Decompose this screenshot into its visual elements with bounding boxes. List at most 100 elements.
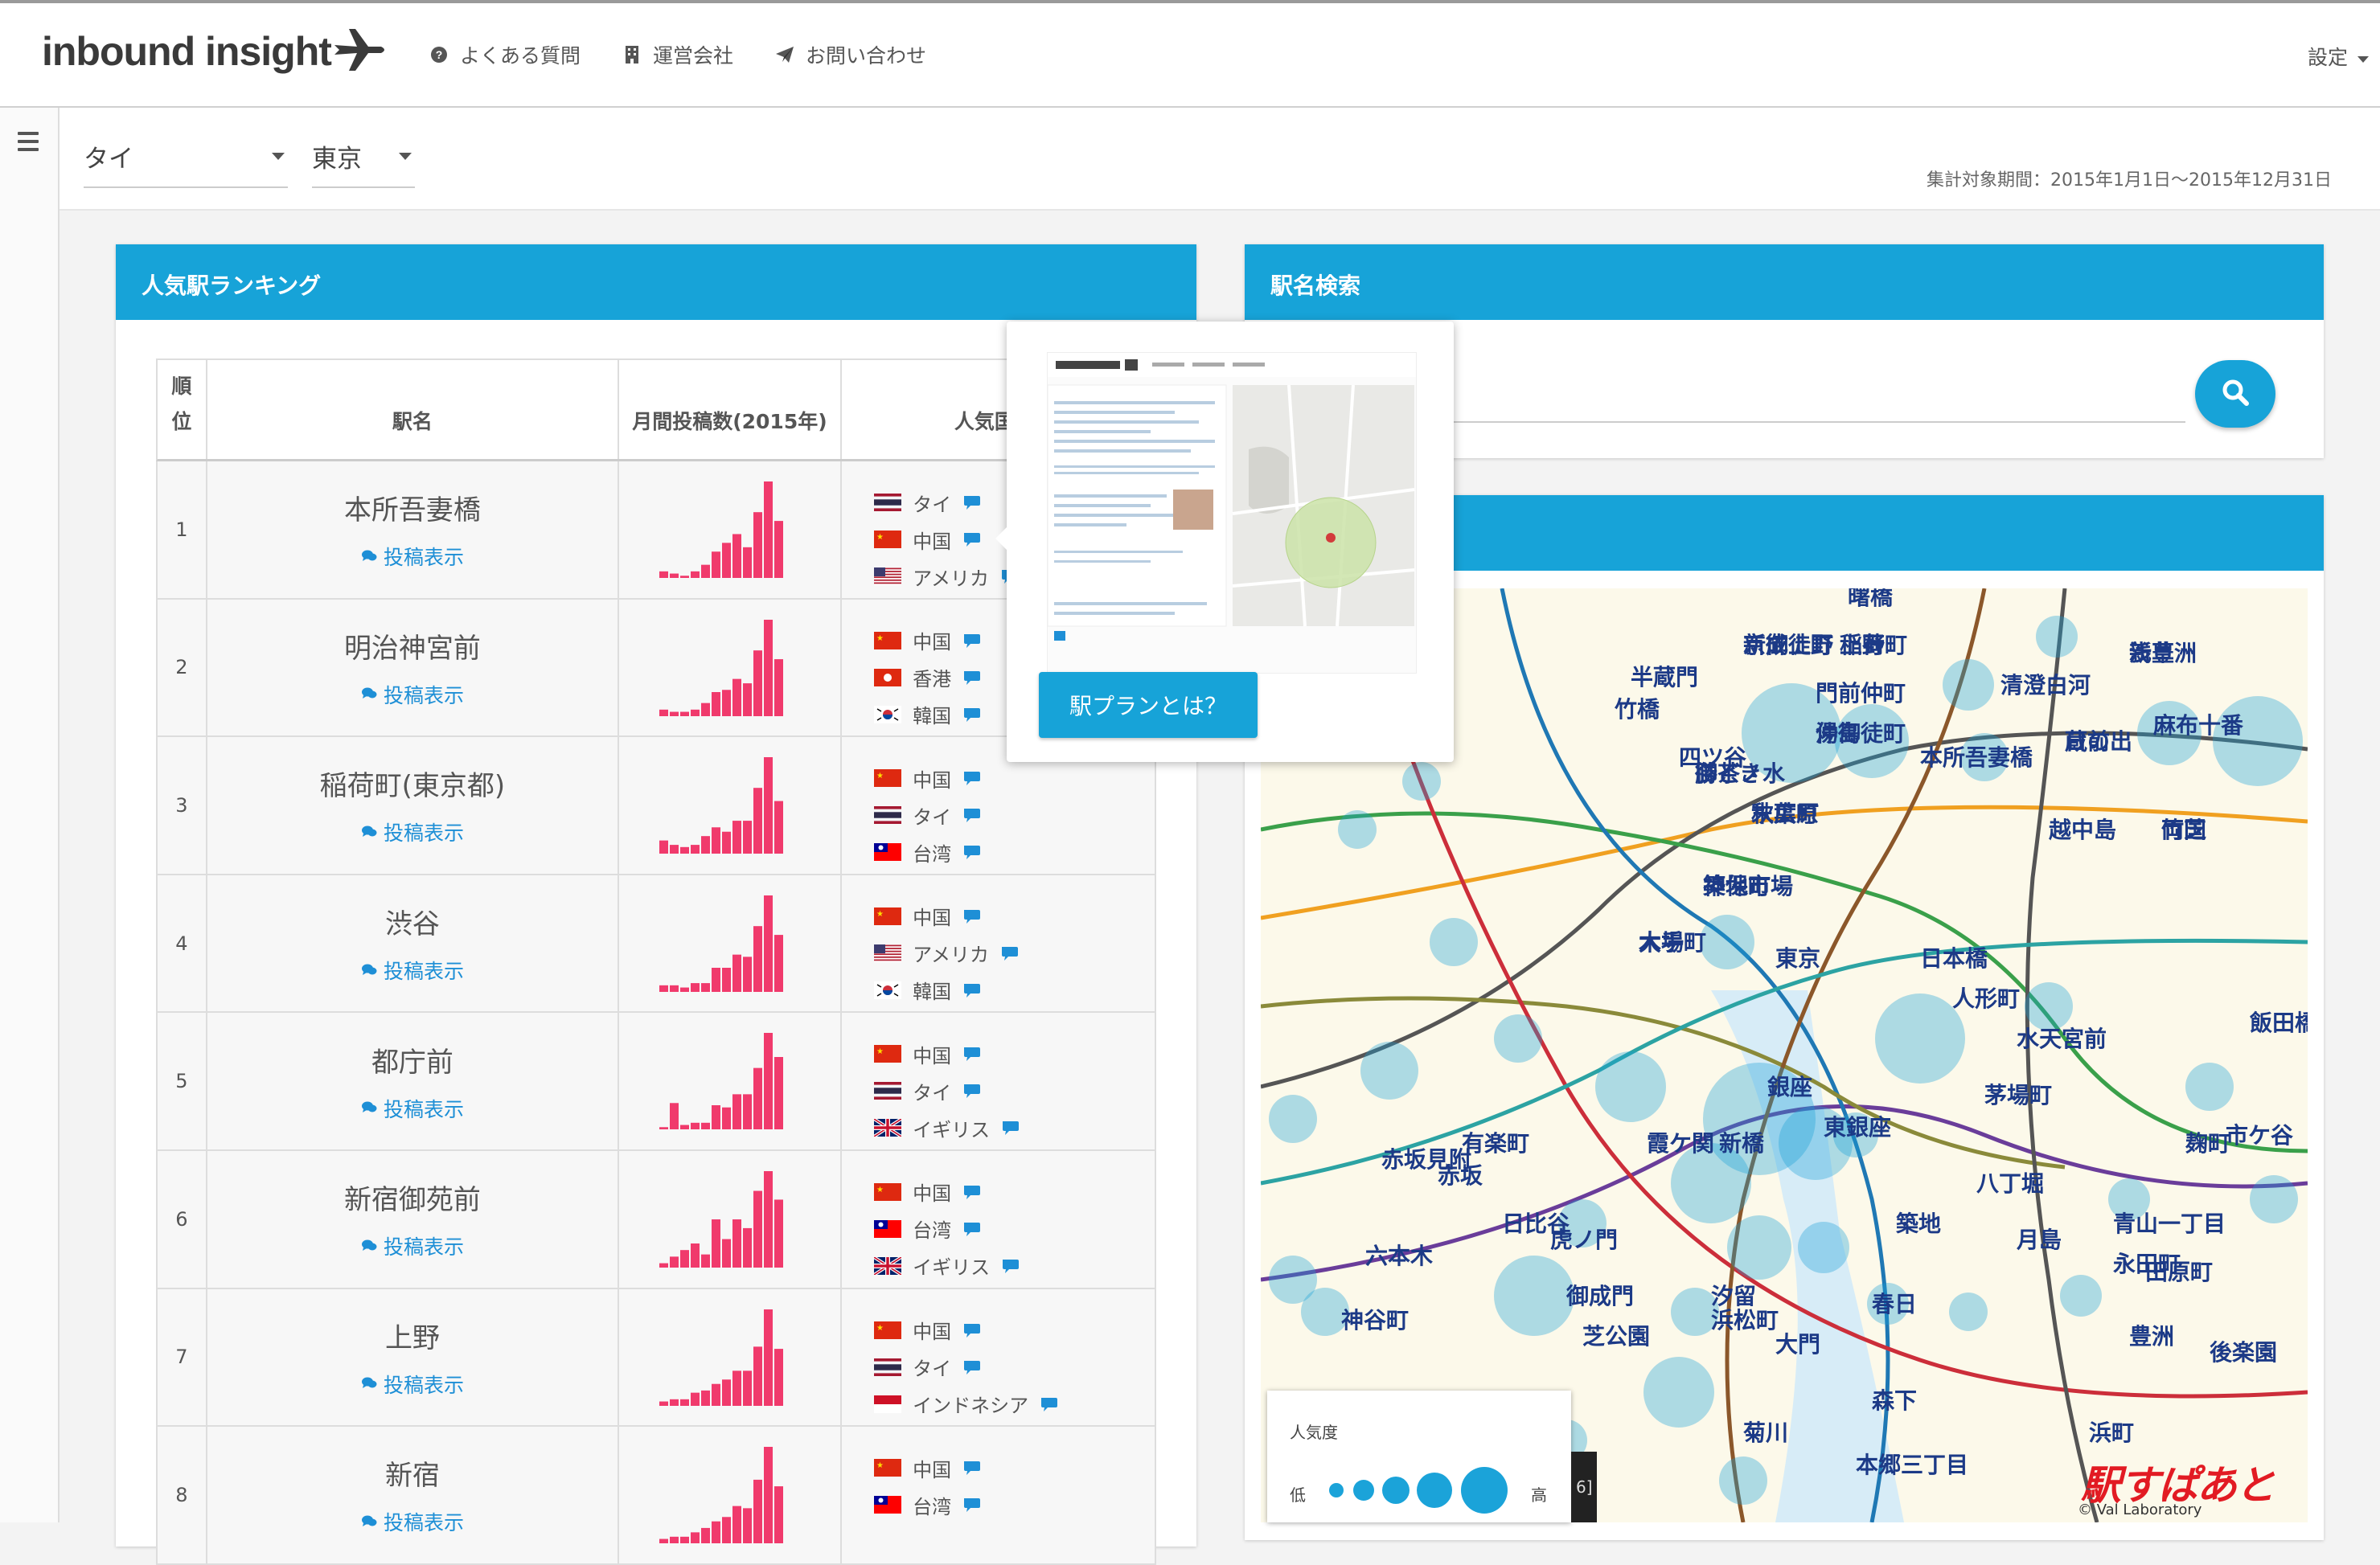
station-label: 本所吾妻橋 [1920, 745, 2033, 770]
station-label: 新豊洲 [2129, 641, 2197, 666]
show-posts-label: 投稿表示 [383, 546, 464, 570]
comment-bubble-icon[interactable] [962, 770, 982, 786]
show-posts-link[interactable]: 投稿表示 [361, 1370, 464, 1399]
comment-bubble-icon[interactable] [962, 707, 982, 723]
station-plan-button[interactable]: 駅プランとは？ [1039, 672, 1258, 738]
comment-bubble-icon[interactable] [962, 633, 982, 649]
station-popularity-circle[interactable] [1494, 1256, 1574, 1336]
search-button[interactable] [2195, 360, 2275, 428]
station-popularity-circle[interactable] [1430, 918, 1478, 966]
show-posts-link[interactable]: 投稿表示 [361, 680, 464, 709]
comment-bubble-icon[interactable] [962, 670, 982, 686]
monthly-bar [691, 571, 700, 578]
nav-company[interactable]: 運営会社 [622, 40, 733, 69]
show-posts-label: 投稿表示 [383, 683, 464, 707]
monthly-bar [670, 1399, 679, 1406]
comment-bubble-icon[interactable] [962, 1221, 982, 1237]
country-name: タイ [913, 1081, 952, 1104]
station-popularity-circle[interactable] [2213, 696, 2303, 786]
station-popularity-circle[interactable] [1700, 915, 1754, 969]
comment-bubble-icon[interactable] [1040, 1396, 1059, 1412]
monthly-bar [774, 521, 784, 578]
legend-scale-circles [1329, 1467, 1508, 1514]
comment-bubble-icon[interactable] [962, 494, 982, 510]
comment-bubble-icon[interactable] [962, 1083, 982, 1099]
monthly-bar [680, 987, 690, 992]
comment-bubble-icon[interactable] [962, 531, 982, 547]
station-popularity-circle[interactable] [2060, 1275, 2102, 1317]
nav-contact-label: お問い合わせ [806, 44, 927, 68]
popular-country-item: タイ [874, 797, 1155, 834]
station-popularity-circle[interactable] [2250, 1175, 2298, 1223]
station-popularity-circle[interactable] [1595, 1051, 1666, 1122]
station-popularity-circle[interactable] [2036, 616, 2078, 658]
svg-text:★: ★ [876, 533, 884, 542]
station-label: 木場 [1638, 930, 1684, 955]
station-popularity-circle[interactable] [1798, 1222, 1849, 1273]
hamburger-menu-icon[interactable] [18, 132, 39, 156]
comment-bubble-icon[interactable] [962, 908, 982, 924]
monthly-bar [753, 649, 763, 716]
settings-menu[interactable]: 設定 [2308, 42, 2369, 71]
country-name: 韓国 [913, 981, 952, 1004]
country-select-value: タイ [84, 145, 133, 174]
monthly-bar [774, 1348, 784, 1406]
comment-bubble-icon[interactable] [962, 1497, 982, 1513]
region-select[interactable]: 東京 [312, 138, 415, 188]
rank-cell: 2 [158, 599, 207, 736]
nav-contact[interactable]: お問い合わせ [775, 40, 926, 69]
station-popularity-circle[interactable] [1719, 1456, 1767, 1505]
filter-bar: タイ 東京 集計対象期間：2015年1月1日〜2015年12月31日 [60, 108, 2380, 211]
comment-bubble-icon[interactable] [962, 844, 982, 860]
country-select[interactable]: タイ [84, 138, 288, 188]
svg-text:★: ★ [876, 1461, 884, 1470]
station-label: 仲御徒町 [1816, 721, 1906, 746]
station-popularity-circle[interactable] [2185, 1063, 2234, 1111]
station-label: 赤坂 [1438, 1163, 1483, 1188]
station-popularity-circle[interactable] [1402, 762, 1441, 801]
comment-bubble-icon[interactable] [962, 1460, 982, 1476]
comment-bubble-icon[interactable] [1001, 1120, 1020, 1136]
popular-countries-cell: ★ 中国 アメリカ 韓国 [842, 875, 1155, 1012]
station-label: 芝公園 [1582, 1324, 1650, 1349]
station-popularity-circle[interactable] [1727, 1215, 1791, 1280]
station-popularity-circle[interactable] [1338, 810, 1377, 849]
popular-country-item: ★ 中国 [874, 760, 1155, 797]
show-posts-link[interactable]: 投稿表示 [361, 1231, 464, 1260]
station-popularity-circle[interactable] [1360, 1042, 1418, 1100]
svg-text:★: ★ [876, 634, 884, 643]
svg-text:★: ★ [876, 772, 884, 780]
show-posts-link[interactable]: 投稿表示 [361, 817, 464, 846]
flag-cn-icon: ★ [874, 631, 902, 649]
monthly-bar [701, 1390, 711, 1406]
comment-bubble-icon[interactable] [962, 807, 982, 823]
comment-bubble-icon[interactable] [962, 1322, 982, 1338]
station-popularity-circle[interactable] [1943, 659, 1994, 711]
monthly-posts-sparkbar [659, 895, 784, 992]
station-popularity-circle[interactable] [1643, 1357, 1714, 1428]
country-name: イギリス [913, 1118, 991, 1141]
comment-bubble-icon[interactable] [1001, 1258, 1020, 1274]
comment-bubble-icon[interactable] [1000, 945, 1020, 961]
app-logo[interactable]: inbound insight [42, 27, 388, 76]
station-popularity-circle[interactable] [1949, 1293, 1988, 1331]
monthly-bar [732, 1094, 742, 1130]
station-popularity-circle[interactable] [1494, 1014, 1542, 1063]
station-label: 本郷三丁目 [1856, 1452, 1968, 1477]
flag-th-icon [874, 494, 902, 511]
station-popularity-circle[interactable] [2025, 982, 2073, 1030]
comment-bubble-icon[interactable] [962, 1359, 982, 1375]
rank-cell: 3 [158, 737, 207, 874]
show-posts-link[interactable]: 投稿表示 [361, 542, 464, 571]
comment-bubble-icon[interactable] [962, 1184, 982, 1200]
show-posts-link[interactable]: 投稿表示 [361, 1094, 464, 1123]
ranking-row: 5 都庁前 投稿表示 ★ 中国 タイ イギリス [156, 1013, 1156, 1151]
nav-faq[interactable]: ? よくある質問 [429, 40, 581, 69]
comment-bubble-icon[interactable] [962, 1046, 982, 1062]
comment-bubble-icon[interactable] [962, 982, 982, 998]
show-posts-link[interactable]: 投稿表示 [361, 956, 464, 985]
monthly-bar [722, 831, 732, 854]
show-posts-link[interactable]: 投稿表示 [361, 1507, 464, 1536]
station-popularity-circle[interactable] [1269, 1095, 1317, 1143]
monthly-bar [743, 1094, 753, 1130]
